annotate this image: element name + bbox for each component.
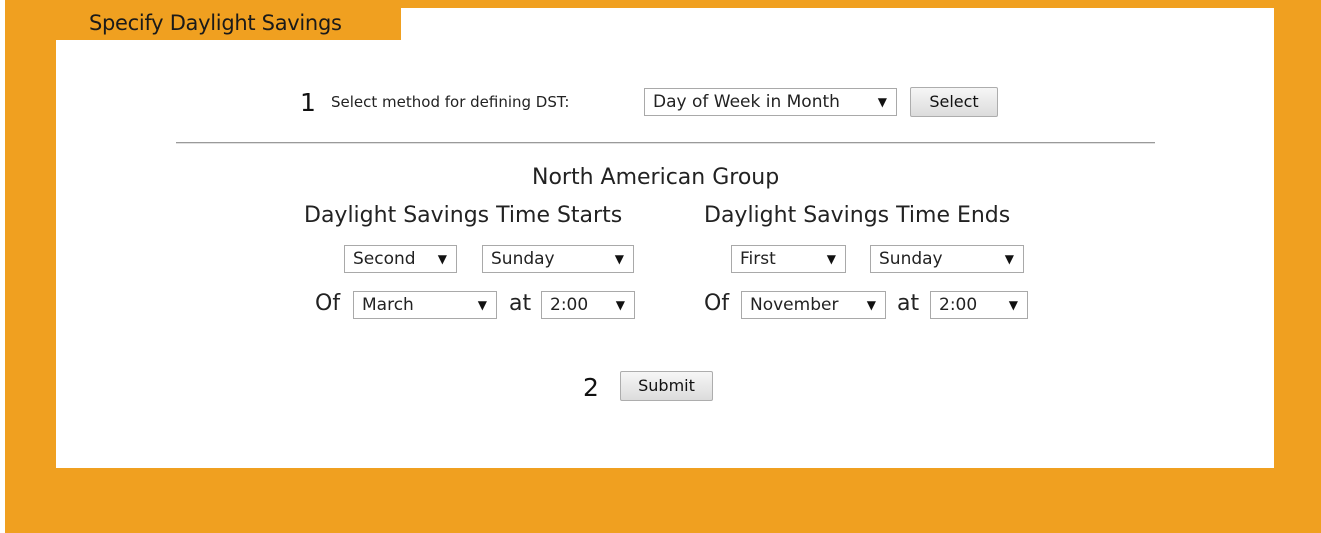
step-1-number: 1 [300,88,316,117]
start-of-label: Of [315,291,341,316]
start-at-label: at [509,291,532,316]
caret-down-icon: ▼ [614,252,624,266]
caret-down-icon: ▼ [1004,252,1014,266]
start-week-value: Second [353,249,416,269]
start-day-select[interactable]: Sunday ▼ [482,245,634,273]
start-day-value: Sunday [491,249,555,269]
caret-down-icon: ▼ [866,298,876,312]
start-month-select[interactable]: March ▼ [353,291,497,319]
divider [176,142,1155,144]
select-button[interactable]: Select [910,87,998,117]
end-at-label: at [897,291,920,316]
caret-down-icon: ▼ [877,95,887,109]
caret-down-icon: ▼ [826,252,836,266]
end-of-label: Of [704,291,730,316]
group-title: North American Group [532,165,780,190]
method-select[interactable]: Day of Week in Month ▼ [644,88,897,116]
method-select-value: Day of Week in Month [653,92,840,112]
step-2-number: 2 [583,373,599,402]
dst-end-heading: Daylight Savings Time Ends [704,203,1011,228]
caret-down-icon: ▼ [477,298,487,312]
end-month-value: November [750,295,839,315]
end-time-value: 2:00 [939,295,978,315]
end-month-select[interactable]: November ▼ [741,291,886,319]
end-day-value: Sunday [879,249,943,269]
submit-button[interactable]: Submit [620,371,713,401]
start-month-value: March [362,295,414,315]
caret-down-icon: ▼ [437,252,447,266]
start-time-value: 2:00 [550,295,589,315]
start-week-select[interactable]: Second ▼ [344,245,457,273]
end-week-value: First [740,249,776,269]
end-day-select[interactable]: Sunday ▼ [870,245,1024,273]
end-time-select[interactable]: 2:00 ▼ [930,291,1028,319]
caret-down-icon: ▼ [615,298,625,312]
dst-start-heading: Daylight Savings Time Starts [304,203,623,228]
end-week-select[interactable]: First ▼ [731,245,846,273]
method-label: Select method for defining DST: [331,93,570,111]
caret-down-icon: ▼ [1008,298,1018,312]
start-time-select[interactable]: 2:00 ▼ [541,291,635,319]
page-title: Specify Daylight Savings [89,11,342,35]
